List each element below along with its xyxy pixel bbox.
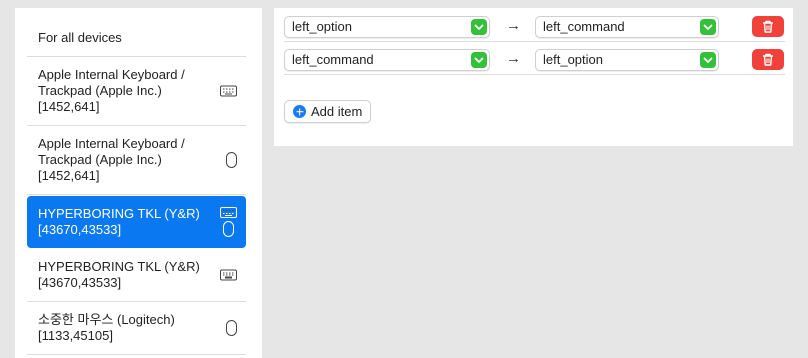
plus-circle-icon — [293, 105, 306, 118]
mouse-icon — [226, 152, 237, 168]
to-key-value: left_command — [543, 19, 625, 34]
device-label: HYPERBORING TKL (Y&R) [43670,43533] — [38, 206, 200, 237]
device-item[interactable]: 소중한 마우스 (Logitech) [1133,45105] — [27, 302, 246, 355]
mouse-icon — [226, 320, 237, 336]
device-label: Apple Internal Keyboard / Trackpad (Appl… — [38, 136, 185, 183]
device-label: 소중한 마우스 (Logitech) [1133,45105] — [38, 312, 175, 343]
from-key-value: left_command — [292, 52, 374, 67]
mouse-icon — [223, 221, 234, 237]
to-key-select[interactable]: left_command — [535, 16, 719, 38]
keyboard-icon — [220, 85, 237, 97]
device-label: Apple Internal Keyboard / Trackpad (Appl… — [38, 67, 185, 114]
keyboard-icon — [220, 207, 237, 218]
keyboard-icon — [220, 269, 237, 280]
add-item-label: Add item — [311, 104, 363, 119]
device-list: For all devices Apple Internal Keyboard … — [15, 8, 262, 358]
device-item-selected[interactable]: HYPERBORING TKL (Y&R) [43670,43533] — [27, 196, 246, 248]
trash-icon — [763, 53, 773, 66]
device-item[interactable]: Apple Internal Keyboard / Trackpad (Appl… — [27, 126, 246, 195]
device-label: HYPERBORING TKL (Y&R) [43670,43533] — [38, 258, 200, 290]
device-item[interactable]: Apple Internal Keyboard / Trackpad (Appl… — [27, 57, 246, 126]
device-label: For all devices — [38, 30, 122, 45]
device-item[interactable]: HYPERBORING TKL (Y&R) [43670,43533] — [27, 248, 246, 302]
mapping-row: left_option → left_command — [284, 9, 785, 42]
trash-icon — [763, 20, 773, 33]
from-key-select[interactable]: left_command — [284, 49, 490, 71]
chevron-down-icon — [700, 19, 716, 35]
simple-modifications-panel: left_option → left_command left_command … — [274, 8, 793, 146]
from-key-select[interactable]: left_option — [284, 16, 490, 38]
mapping-row: left_command → left_option — [284, 42, 785, 75]
to-key-value: left_option — [543, 52, 603, 67]
chevron-down-icon — [700, 52, 716, 68]
to-key-select[interactable]: left_option — [535, 49, 719, 71]
delete-button[interactable] — [752, 49, 784, 70]
arrow-right-icon: → — [506, 50, 521, 67]
device-item-all[interactable]: For all devices — [27, 8, 246, 57]
add-item-button[interactable]: Add item — [284, 100, 372, 123]
chevron-down-icon — [471, 19, 487, 35]
arrow-right-icon: → — [506, 17, 521, 34]
chevron-down-icon — [471, 52, 487, 68]
delete-button[interactable] — [752, 16, 784, 37]
from-key-value: left_option — [292, 19, 352, 34]
